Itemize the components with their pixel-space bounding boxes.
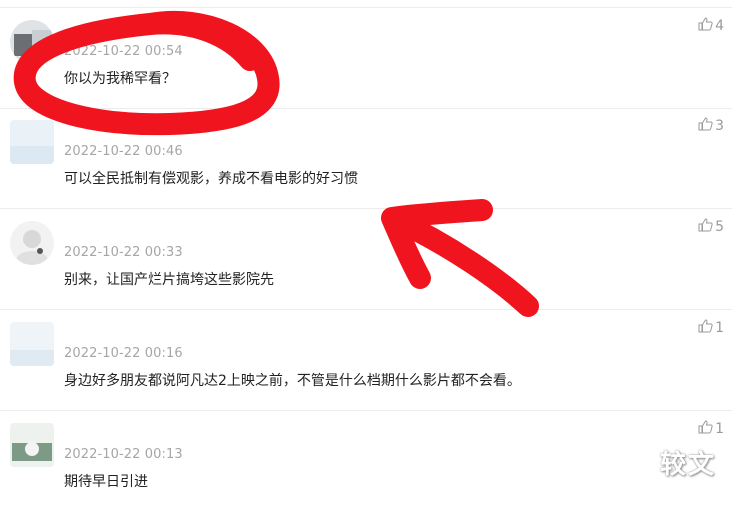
like-count: 1	[715, 421, 724, 437]
comment-text: 身边好多朋友都说阿凡达2上映之前，不管是什么档期什么影片都不会看。	[64, 373, 521, 389]
like-button[interactable]: 5	[697, 217, 724, 237]
thumb-up-icon	[697, 16, 713, 36]
like-count: 4	[715, 18, 724, 34]
comment-time: 2022-10-22 00:54	[64, 44, 183, 59]
thumb-up-icon	[697, 217, 713, 237]
comment-item: 2022-10-22 00:13 期待早日引进 1	[0, 411, 732, 511]
comment-item: 2022-10-22 00:46 可以全民抵制有偿观影，养成不看电影的好习惯 3	[0, 108, 732, 209]
avatar[interactable]	[10, 221, 54, 265]
like-count: 5	[715, 219, 724, 235]
comment-text: 你以为我稀罕看？	[64, 71, 176, 87]
like-button[interactable]: 1	[697, 318, 724, 338]
comment-time: 2022-10-22 00:33	[64, 245, 183, 260]
comment-time: 2022-10-22 00:13	[64, 447, 183, 462]
avatar[interactable]	[10, 423, 54, 467]
watermark: 较文	[659, 450, 716, 480]
comment-text: 别来，让国产烂片搞垮这些影院先	[64, 272, 274, 288]
like-button[interactable]: 3	[697, 116, 724, 136]
avatar[interactable]	[10, 20, 54, 64]
comment-time: 2022-10-22 00:16	[64, 346, 183, 361]
comment-text: 期待早日引进	[64, 474, 148, 490]
like-count: 3	[715, 118, 724, 134]
thumb-up-icon	[697, 419, 713, 439]
like-button[interactable]: 4	[697, 16, 724, 36]
thumb-up-icon	[697, 116, 713, 136]
comment-item: 2022-10-22 00:33 别来，让国产烂片搞垮这些影院先 5	[0, 209, 732, 310]
comment-text: 可以全民抵制有偿观影，养成不看电影的好习惯	[64, 171, 358, 187]
avatar[interactable]	[10, 120, 54, 164]
thumb-up-icon	[697, 318, 713, 338]
comment-time: 2022-10-22 00:46	[64, 144, 183, 159]
comment-item: 2022-10-22 00:54 你以为我稀罕看？ 4	[0, 7, 732, 109]
avatar[interactable]	[10, 322, 54, 366]
like-button[interactable]: 1	[697, 419, 724, 439]
like-count: 1	[715, 320, 724, 336]
comment-item: 2022-10-22 00:16 身边好多朋友都说阿凡达2上映之前，不管是什么档…	[0, 310, 732, 411]
